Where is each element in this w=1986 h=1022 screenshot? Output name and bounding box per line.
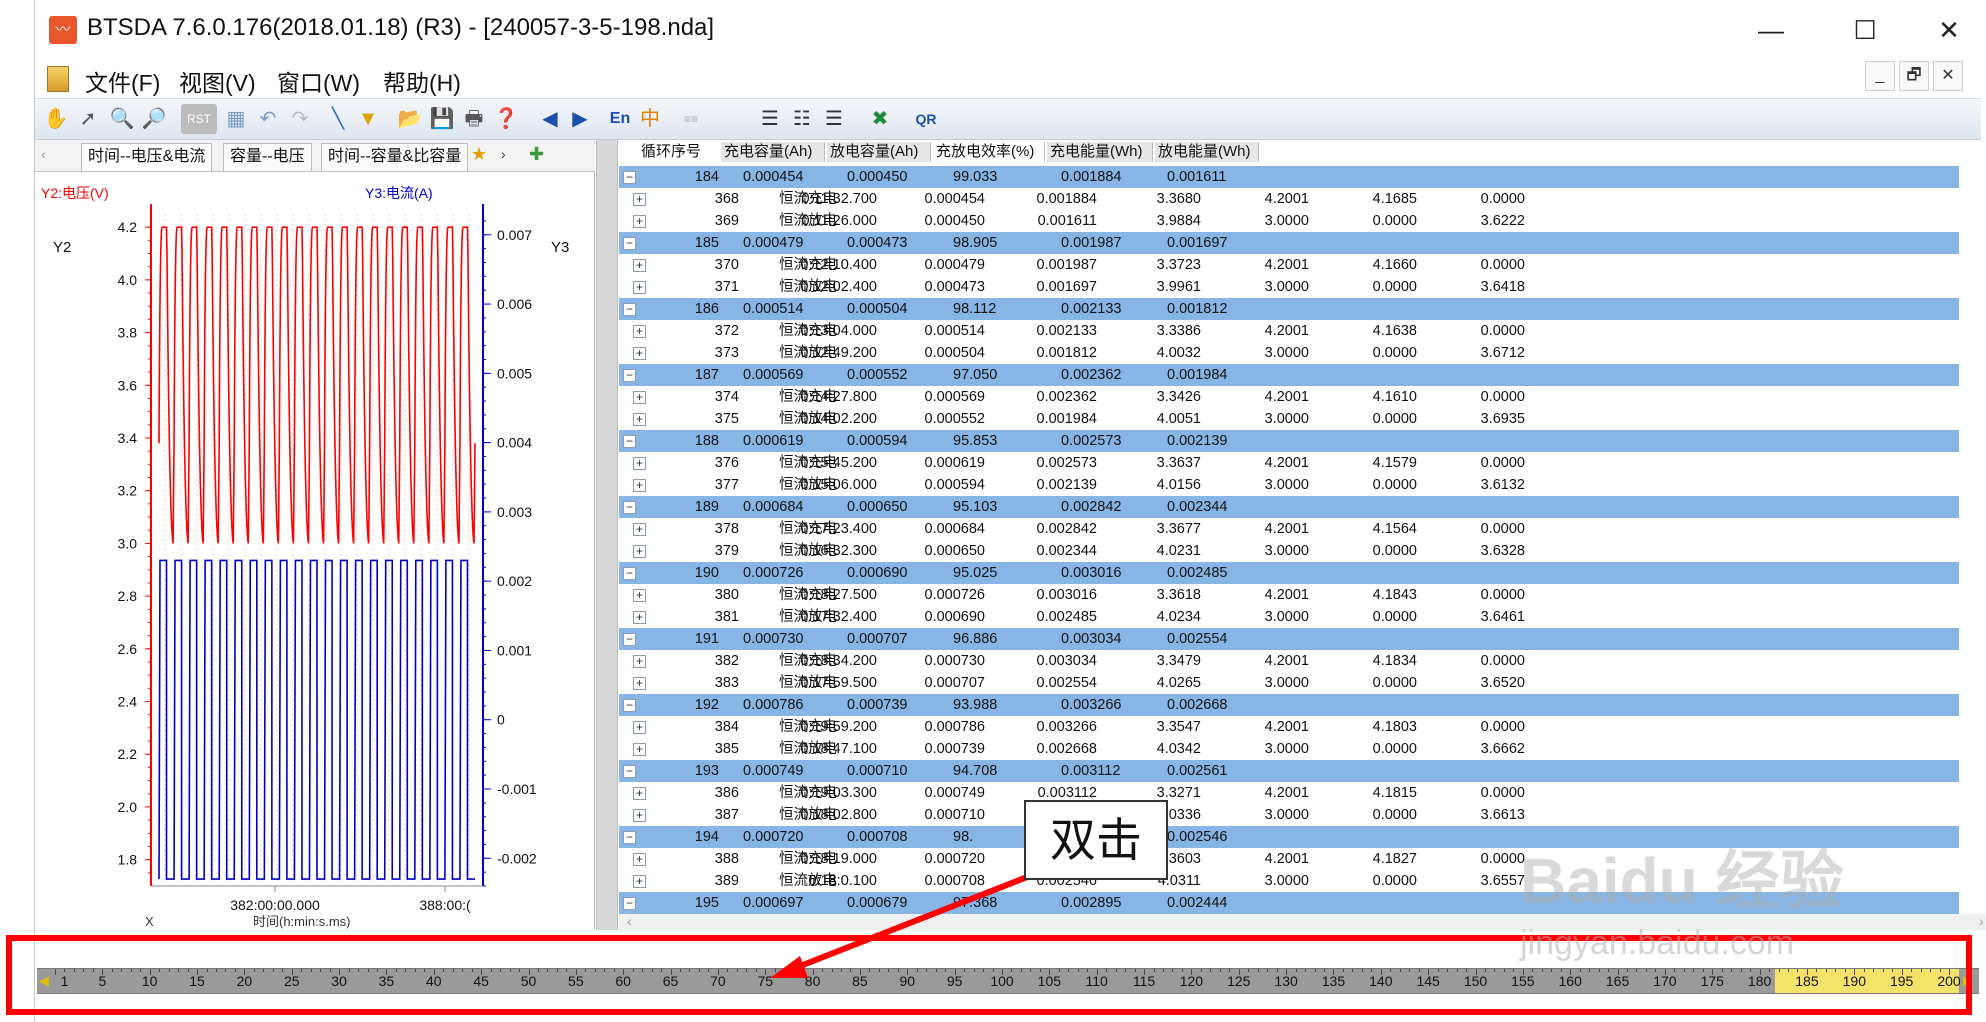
- watermark-url: jingyan.baidu.com: [1520, 924, 1795, 962]
- arrow-line: [788, 869, 1042, 973]
- arrow-head: [770, 956, 808, 978]
- watermark-logo: Baidu 经验: [1520, 845, 1844, 917]
- double-click-callout: 双击: [1024, 800, 1168, 880]
